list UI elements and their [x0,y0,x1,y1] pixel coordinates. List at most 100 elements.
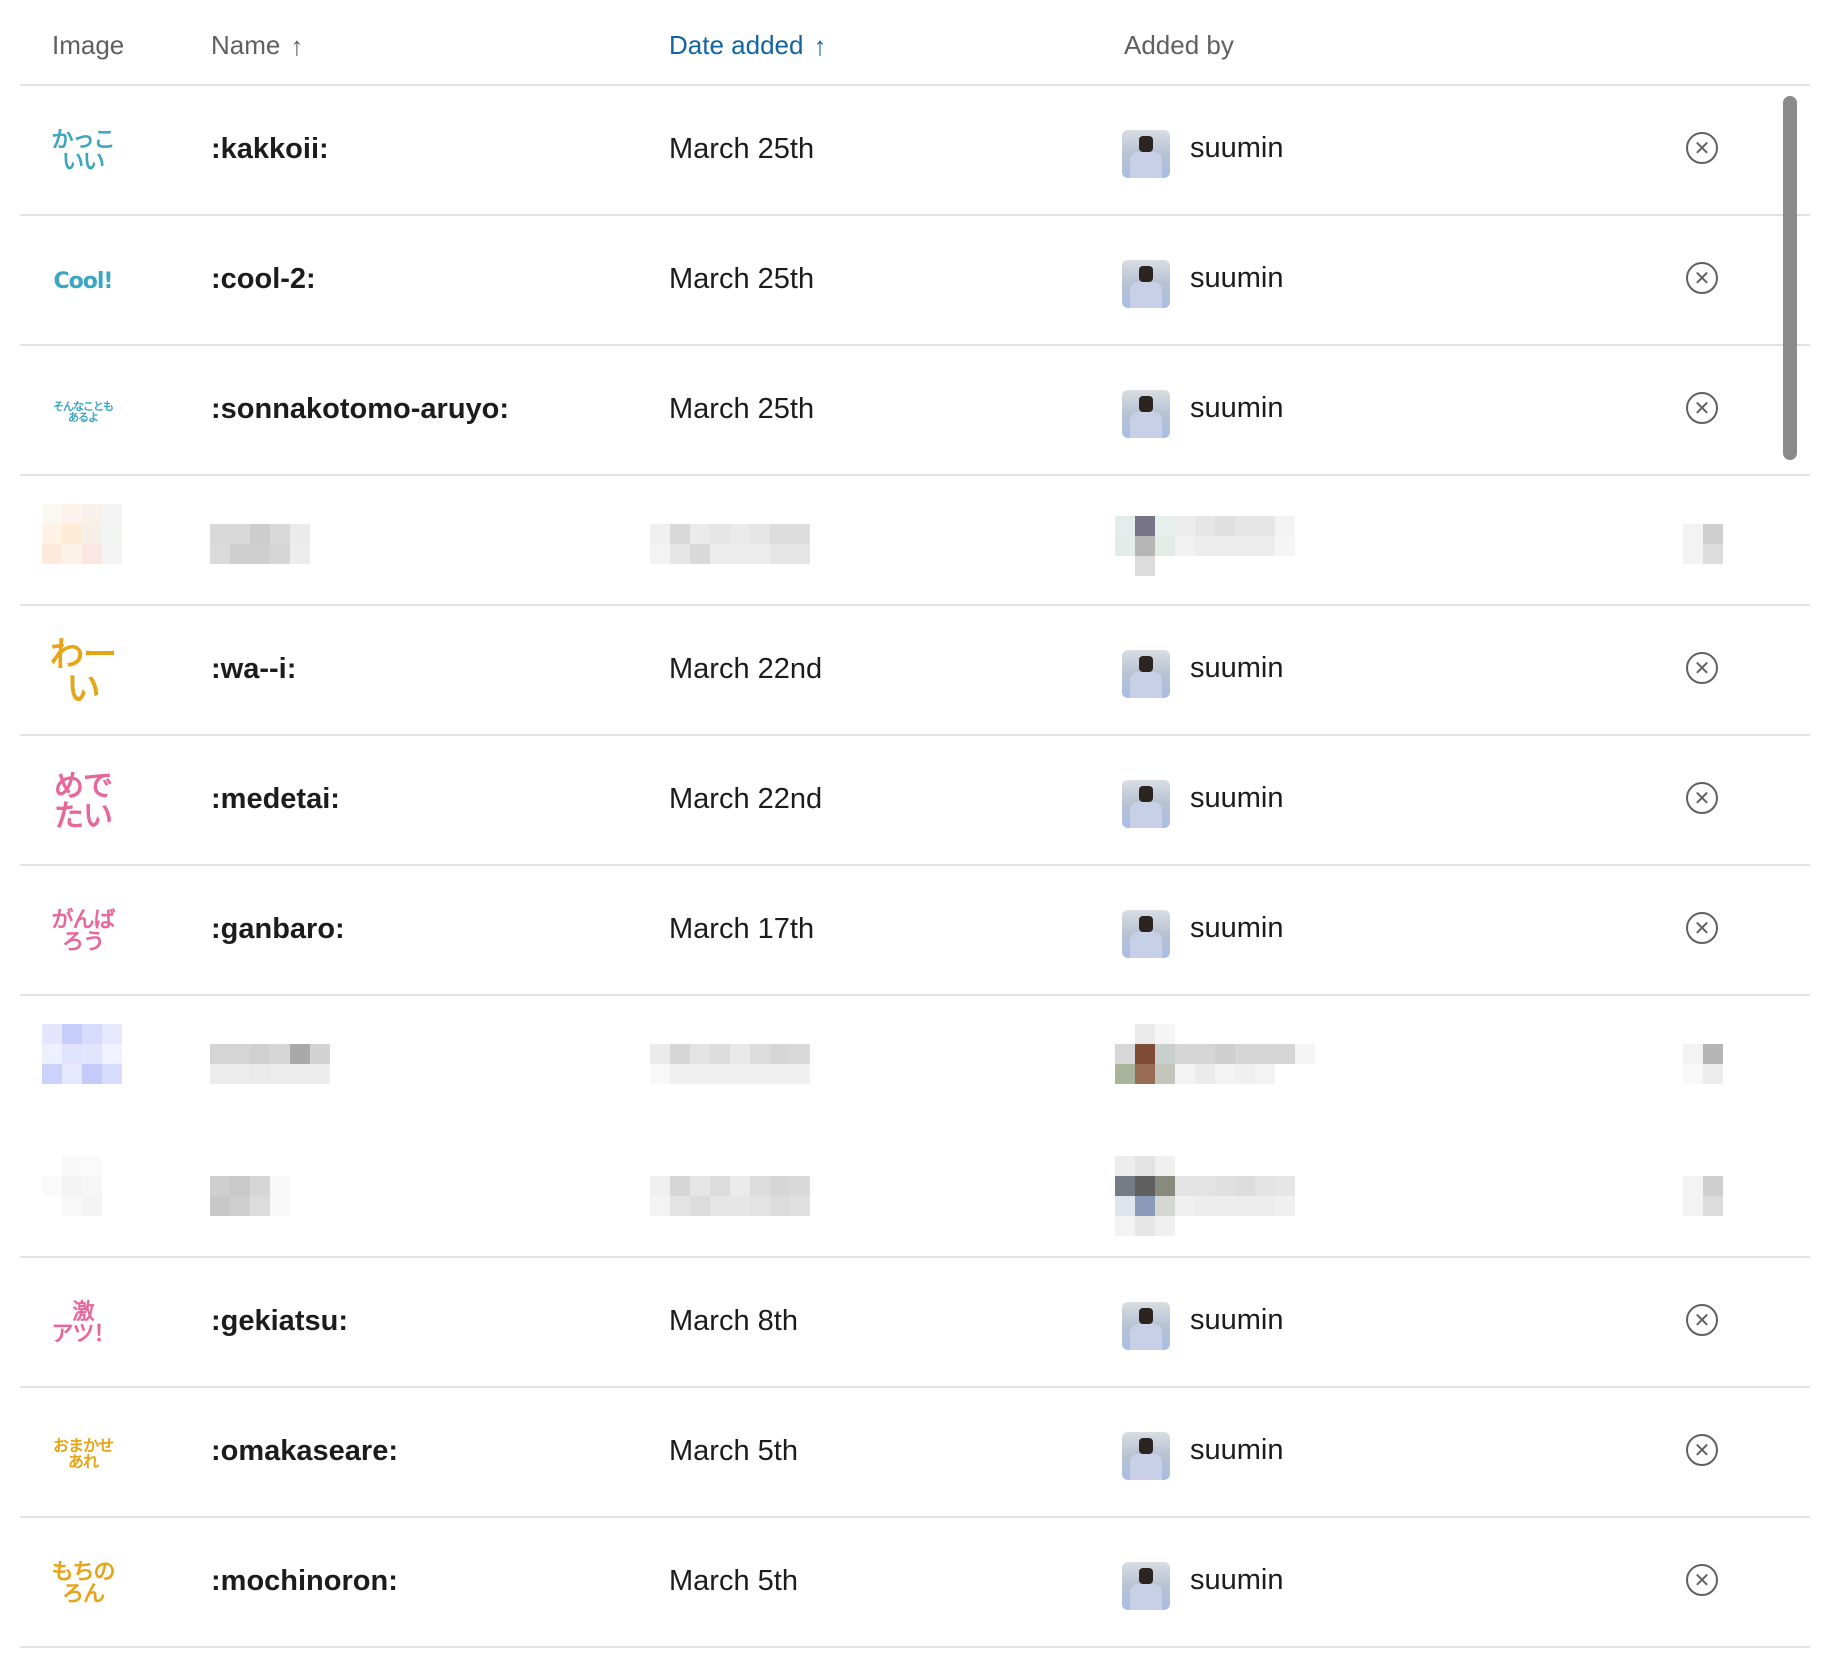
emoji-artwork-text: かっこ [51,128,115,153]
emoji-artwork-text: もちの [51,1560,115,1585]
emoji-artwork-text: いい [61,150,105,175]
avatar [1122,1432,1170,1480]
emoji-name: :mochinoron: [211,1565,398,1597]
added-by-name[interactable]: suumin [1190,1564,1284,1597]
table-row: 激アツ！ :gekiatsu: March 8th suumin ✕ [20,1258,1810,1388]
added-by-name[interactable]: suumin [1190,132,1284,165]
column-header-date-label: Date added [669,30,804,60]
date-added: March 22nd [669,783,823,815]
avatar [1122,780,1170,828]
redacted-row [20,1126,1810,1258]
column-header-name[interactable]: Name ↑ [211,30,303,61]
emoji-artwork-text: わーい [50,635,117,709]
column-header-added-by[interactable]: Added by [1124,30,1234,61]
redacted-row [20,476,1810,606]
added-by-name[interactable]: suumin [1190,782,1284,815]
avatar [1122,1562,1170,1610]
date-added: March 25th [669,263,815,295]
redacted-name [210,524,310,564]
column-header-date-added[interactable]: Date added ↑ [669,30,826,61]
date-added: March 5th [669,1565,798,1597]
date-added: March 25th [669,133,815,165]
table-row: わーい :wa--i: March 22nd suumin ✕ [20,606,1810,736]
emoji-artwork-text: アツ！ [51,1322,115,1347]
redacted-emoji-image [42,1156,122,1216]
date-added: March 5th [669,1435,798,1467]
close-circle-icon[interactable]: ✕ [1686,1564,1718,1596]
added-by-name[interactable]: suumin [1190,1434,1284,1467]
avatar [1122,390,1170,438]
redacted-action [1683,524,1723,564]
date-added: March 25th [669,393,815,425]
added-by-name[interactable]: suumin [1190,1304,1284,1337]
column-header-image-label: Image [52,30,125,60]
emoji-image: もちの ろん [50,1551,116,1617]
redacted-emoji-image [42,504,122,564]
added-by-name[interactable]: suumin [1190,262,1284,295]
avatar [1122,1302,1170,1350]
scrollbar-thumb[interactable] [1783,96,1797,460]
table-row: がんば ろう :ganbaro: March 17th suumin ✕ [20,866,1810,996]
redacted-name [210,1044,330,1084]
redacted-date [650,1176,810,1216]
close-circle-icon[interactable]: ✕ [1686,392,1718,424]
table-row: かっこ いい :kakkoii: March 25th suumin ✕ [20,86,1810,216]
emoji-name: :gekiatsu: [211,1305,348,1337]
redacted-added-by [1115,516,1315,576]
table-row: めで たい :medetai: March 22nd suumin ✕ [20,736,1810,866]
redacted-date [650,1044,810,1084]
emoji-name: :sonnakotomo-aruyo: [211,393,510,425]
redacted-action [1683,1044,1723,1084]
redacted-date [650,524,810,564]
emoji-name: :cool-2: [211,263,316,295]
avatar [1122,910,1170,958]
emoji-artwork-text: がんば [51,908,115,933]
date-added: March 8th [669,1305,798,1337]
added-by-name[interactable]: suumin [1190,652,1284,685]
table-row: そんなことも あるよ :sonnakotomo-aruyo: March 25th… [20,346,1810,476]
arrow-up-icon: ↑ [813,30,827,61]
table-row: もちの ろん :mochinoron: March 5th suumin ✕ [20,1518,1810,1648]
added-by-name[interactable]: suumin [1190,392,1284,425]
redacted-added-by [1115,1024,1335,1084]
emoji-image: おまかせ あれ [50,1421,116,1487]
emoji-name: :ganbaro: [211,913,345,945]
redacted-emoji-image [42,1024,122,1084]
column-header-name-label: Name [211,30,281,60]
emoji-image: 激アツ！ [50,1291,116,1357]
emoji-image: わーい [50,635,117,709]
close-circle-icon[interactable]: ✕ [1686,652,1718,684]
redacted-action [1683,1176,1723,1216]
close-circle-icon[interactable]: ✕ [1686,1304,1718,1336]
close-circle-icon[interactable]: ✕ [1686,912,1718,944]
emoji-artwork-text: たい [54,799,113,834]
emoji-artwork-text: あるよ [68,411,99,424]
emoji-name: :wa--i: [211,653,297,685]
close-circle-icon[interactable]: ✕ [1686,262,1718,294]
emoji-table: Image Name ↑ Date added ↑ Added by かっこ いい… [20,0,1810,1648]
emoji-artwork-text: 激 [72,1300,94,1325]
redacted-name [210,1176,290,1216]
redacted-added-by [1115,1156,1315,1236]
emoji-name: :omakaseare: [211,1435,398,1467]
table-row: Cool! :cool-2: March 25th suumin ✕ [20,216,1810,346]
emoji-image: Cool! [50,249,116,315]
close-circle-icon[interactable]: ✕ [1686,1434,1718,1466]
redacted-row [20,996,1810,1126]
table-row: おまかせ あれ :omakaseare: March 5th suumin ✕ [20,1388,1810,1518]
emoji-artwork-text: Cool! [53,269,114,294]
added-by-name[interactable]: suumin [1190,912,1284,945]
emoji-artwork-text: ろん [61,1582,105,1607]
avatar [1122,130,1170,178]
column-header-added-by-label: Added by [1124,30,1234,60]
emoji-name: :medetai: [211,783,340,815]
emoji-image: かっこ いい [50,119,116,185]
emoji-artwork-text: ろう [61,930,105,955]
arrow-up-icon: ↑ [290,30,304,61]
close-circle-icon[interactable]: ✕ [1686,782,1718,814]
emoji-image: がんば ろう [50,899,116,965]
date-added: March 17th [669,913,815,945]
table-header: Image Name ↑ Date added ↑ Added by [20,0,1810,86]
close-circle-icon[interactable]: ✕ [1686,132,1718,164]
avatar [1122,260,1170,308]
